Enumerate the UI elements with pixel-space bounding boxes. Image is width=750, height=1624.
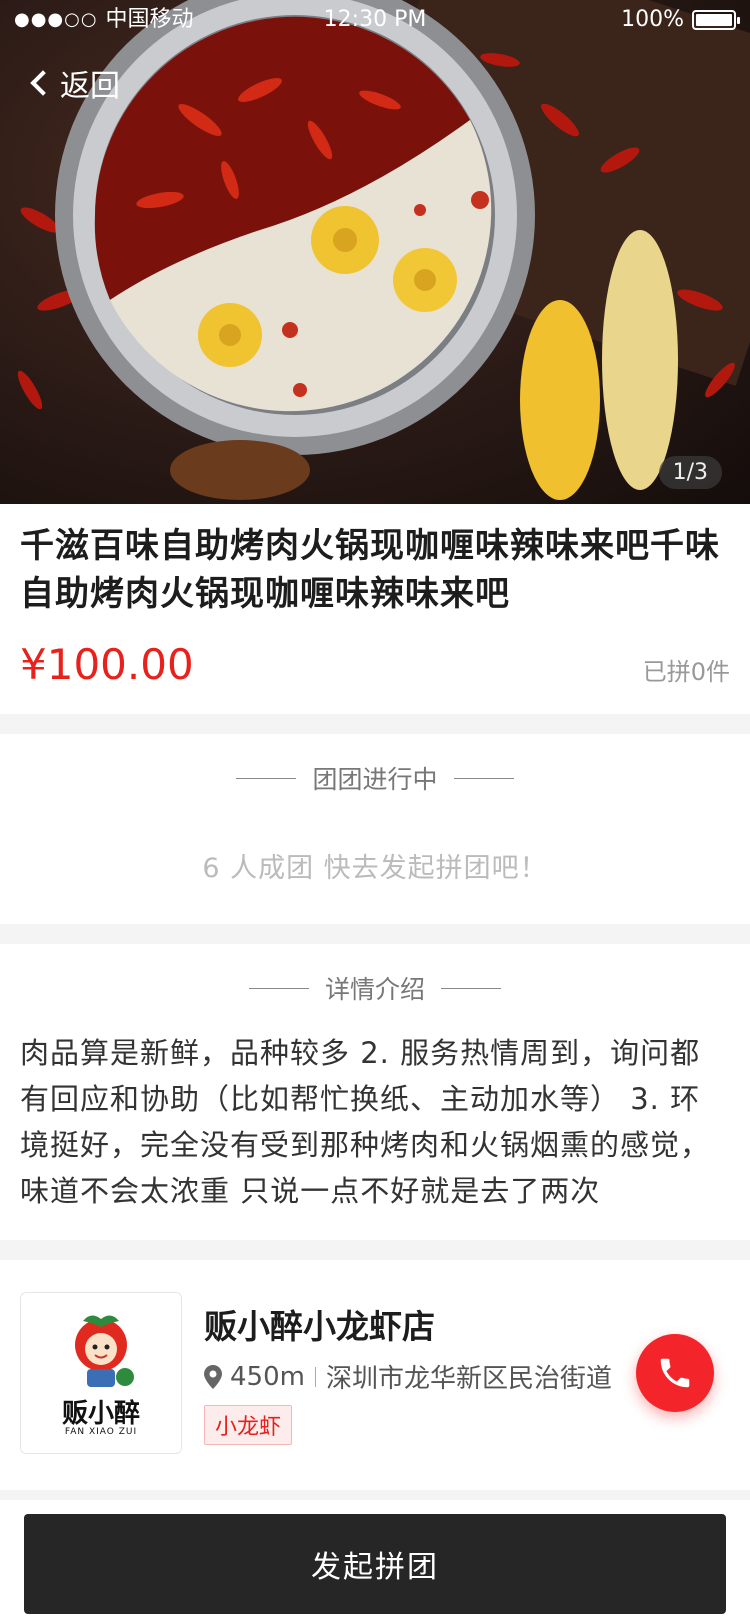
group-hint: 6 人成团 快去发起拼团吧！: [202, 853, 548, 884]
shop-card[interactable]: 贩小醉 FAN XIAO ZUI 贩小醉小龙虾店 450m 深圳市龙华新区民治街…: [0, 1260, 750, 1490]
status-bar: ●●●○○ 中国移动 12:30 PM 100%: [0, 0, 750, 40]
group-section-heading: 团团进行中: [0, 760, 750, 796]
detail-section: 详情介绍 肉品算是新鲜，品种较多 2. 服务热情周到，询问都有回应和协助（比如帮…: [0, 944, 750, 1240]
group-heading-text: 团团进行中: [312, 765, 438, 794]
shop-logo-subtext: FAN XIAO ZUI: [64, 1427, 138, 1437]
call-button[interactable]: [636, 1334, 714, 1412]
chevron-left-icon: [30, 70, 56, 96]
shop-logo: 贩小醉 FAN XIAO ZUI: [20, 1292, 182, 1454]
divider-line: [236, 777, 297, 779]
divider-line: [248, 987, 309, 989]
phone-icon: [660, 1358, 690, 1388]
divider-line: [453, 777, 514, 779]
shop-address: 深圳市龙华新区民治街道: [325, 1364, 612, 1394]
start-group-button[interactable]: 发起拼团: [24, 1514, 726, 1614]
page: ●●●○○ 中国移动 12:30 PM 100% 返回 1/3 千滋百味自助烤肉…: [0, 0, 750, 1624]
product-info-card: 千滋百味自助烤肉火锅现咖喱味辣味来吧千味自助烤肉火锅现咖喱味辣味来吧 ¥100.…: [0, 504, 750, 714]
meta-separator: [314, 1366, 316, 1387]
battery-percent: 100%: [621, 7, 684, 32]
price-row: ¥100.00 已拼0件: [20, 640, 730, 690]
back-label: 返回: [60, 69, 120, 104]
detail-heading-text: 详情介绍: [324, 975, 425, 1004]
detail-section-heading: 详情介绍: [0, 970, 750, 1006]
divider-line: [441, 987, 501, 989]
shop-meta: 450m 深圳市龙华新区民治街道: [204, 1358, 612, 1395]
location-pin-icon: [204, 1364, 222, 1389]
product-image-gallery[interactable]: ●●●○○ 中国移动 12:30 PM 100% 返回 1/3: [0, 0, 750, 504]
product-price: ¥100.00: [20, 640, 194, 689]
battery-icon: [692, 10, 740, 30]
product-title: 千滋百味自助烤肉火锅现咖喱味辣味来吧千味自助烤肉火锅现咖喱味辣味来吧: [20, 526, 720, 614]
image-counter: 1/3: [658, 456, 722, 489]
shop-distance: 450m: [230, 1361, 305, 1392]
group-status-section: 团团进行中 6 人成团 快去发起拼团吧！: [0, 734, 750, 924]
bottom-action-bar: 发起拼团: [0, 1500, 750, 1624]
back-button[interactable]: 返回: [26, 60, 120, 106]
sold-count: 已拼0件: [642, 658, 730, 686]
detail-description: 肉品算是新鲜，品种较多 2. 服务热情周到，询问都有回应和协助（比如帮忙换纸、主…: [20, 1036, 711, 1208]
shop-logo-text: 贩小醉: [61, 1399, 140, 1429]
status-right: 100%: [621, 0, 740, 40]
shop-category-tag: 小龙虾: [204, 1405, 293, 1445]
shop-name: 贩小醉小龙虾店: [204, 1307, 435, 1346]
